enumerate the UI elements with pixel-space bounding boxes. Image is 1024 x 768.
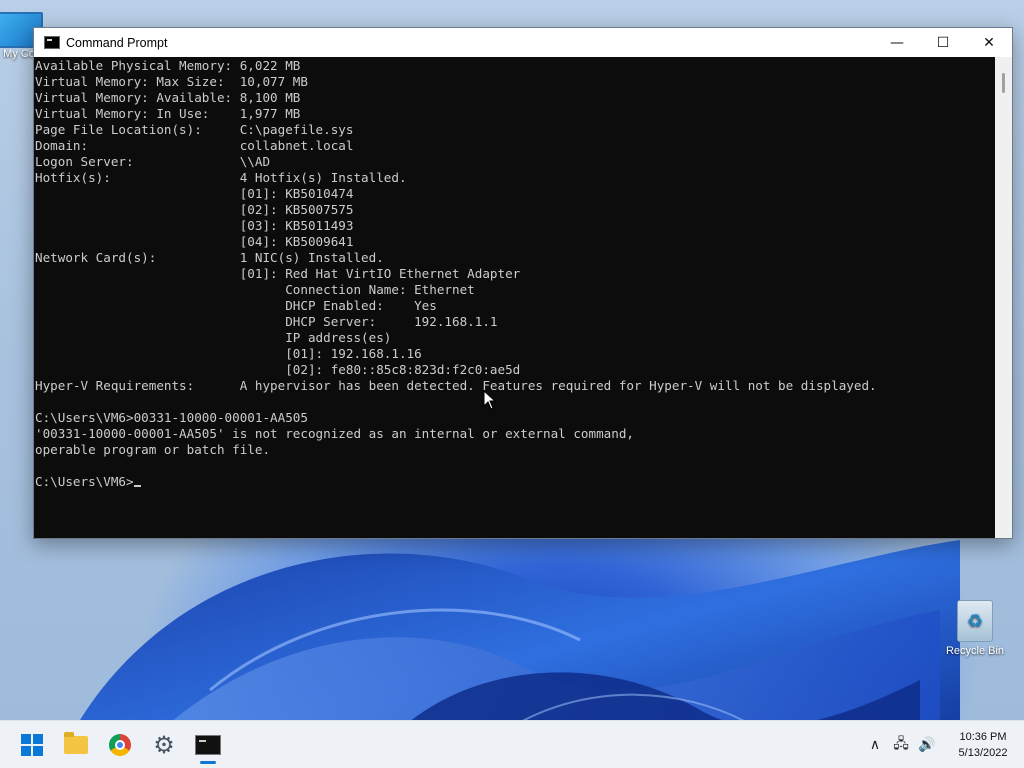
console-line: Virtual Memory: In Use: 1,977 MB xyxy=(35,106,301,121)
gear-icon: ⚙ xyxy=(153,731,175,759)
system-tray: ∧ 🖧 🔊 10:36 PM 5/13/2022 xyxy=(864,721,1024,768)
desktop-icon-label: Recycle Bin xyxy=(945,645,1005,657)
wallpaper-bloom xyxy=(80,540,960,720)
console-line: Available Physical Memory: 6,022 MB xyxy=(35,58,301,73)
cmd-icon xyxy=(195,735,221,755)
network-icon[interactable]: 🖧 xyxy=(890,733,912,757)
console-line: Hotfix(s): 4 Hotfix(s) Installed. xyxy=(35,170,407,185)
volume-icon[interactable]: 🔊 xyxy=(916,737,938,753)
maximize-button[interactable]: ☐ xyxy=(920,28,966,57)
text-cursor xyxy=(133,485,141,487)
console-line: IP address(es) xyxy=(285,330,392,345)
active-app-indicator xyxy=(200,761,216,764)
folder-icon xyxy=(64,732,88,754)
console-line: Page File Location(s): C:\pagefile.sys xyxy=(35,122,354,137)
console-line: [01]: 192.168.1.16 xyxy=(285,346,422,361)
title-bar[interactable]: Command Prompt — ☐ ✕ xyxy=(34,28,1012,57)
chrome-icon xyxy=(109,734,131,756)
cmd-icon xyxy=(44,36,60,49)
console-line: '00331-10000-00001-AA505' is not recogni… xyxy=(35,426,634,441)
command-prompt-window[interactable]: Command Prompt — ☐ ✕ Available Physical … xyxy=(33,27,1013,539)
console-line: DHCP Enabled: Yes xyxy=(285,298,437,313)
console-line: [02]: KB5007575 xyxy=(239,202,354,217)
console-line: Connection Name: Ethernet xyxy=(285,282,475,297)
console-text: Available Physical Memory: 6,022 MB Virt… xyxy=(34,57,994,490)
start-button[interactable] xyxy=(16,729,48,761)
close-button[interactable]: ✕ xyxy=(966,28,1012,57)
console-line: C:\Users\VM6>00331-10000-00001-AA505 xyxy=(35,410,308,425)
console-line: Logon Server: \\AD xyxy=(35,154,271,169)
console-line: Domain: collabnet.local xyxy=(35,138,354,153)
taskbar: ⚙ ∧ 🖧 🔊 10:36 PM 5/13/2022 xyxy=(0,720,1024,768)
scrollbar-thumb[interactable] xyxy=(1002,73,1005,93)
windows-logo-icon xyxy=(21,734,43,756)
console-line: [02]: fe80::85c8:823d:f2c0:ae5d xyxy=(285,362,521,377)
console-line: [01]: Red Hat VirtIO Ethernet Adapter xyxy=(239,266,521,281)
console-line: Hyper-V Requirements: A hypervisor has b… xyxy=(35,378,877,393)
console-line: Virtual Memory: Available: 8,100 MB xyxy=(35,90,301,105)
window-title: Command Prompt xyxy=(66,35,168,50)
vertical-scrollbar[interactable] xyxy=(995,57,1012,538)
recycle-bin-icon: ♻ xyxy=(957,600,993,642)
taskbar-settings[interactable]: ⚙ xyxy=(148,729,180,761)
mouse-cursor-icon xyxy=(483,390,497,410)
clock-time: 10:36 PM xyxy=(959,731,1007,743)
console-line: [01]: KB5010474 xyxy=(239,186,354,201)
chevron-up-icon[interactable]: ∧ xyxy=(864,737,886,753)
taskbar-command-prompt[interactable] xyxy=(192,729,224,761)
console-line: Virtual Memory: Max Size: 10,077 MB xyxy=(35,74,308,89)
console-output[interactable]: Available Physical Memory: 6,022 MB Virt… xyxy=(34,57,994,538)
console-line: [03]: KB5011493 xyxy=(239,218,354,233)
minimize-button[interactable]: — xyxy=(874,28,920,57)
taskbar-file-explorer[interactable] xyxy=(60,729,92,761)
window-controls: — ☐ ✕ xyxy=(874,28,1012,57)
taskbar-chrome[interactable] xyxy=(104,729,136,761)
console-line: DHCP Server: 192.168.1.1 xyxy=(285,314,498,329)
console-line: [04]: KB5009641 xyxy=(239,234,354,249)
clock[interactable]: 10:36 PM 5/13/2022 xyxy=(942,729,1024,761)
command-prompt-line[interactable]: C:\Users\VM6> xyxy=(35,474,134,489)
clock-date: 5/13/2022 xyxy=(958,747,1008,759)
desktop-icon-recycle-bin[interactable]: ♻ Recycle Bin xyxy=(938,600,1012,657)
console-line: Network Card(s): 1 NIC(s) Installed. xyxy=(35,250,384,265)
console-line: operable program or batch file. xyxy=(35,442,271,457)
